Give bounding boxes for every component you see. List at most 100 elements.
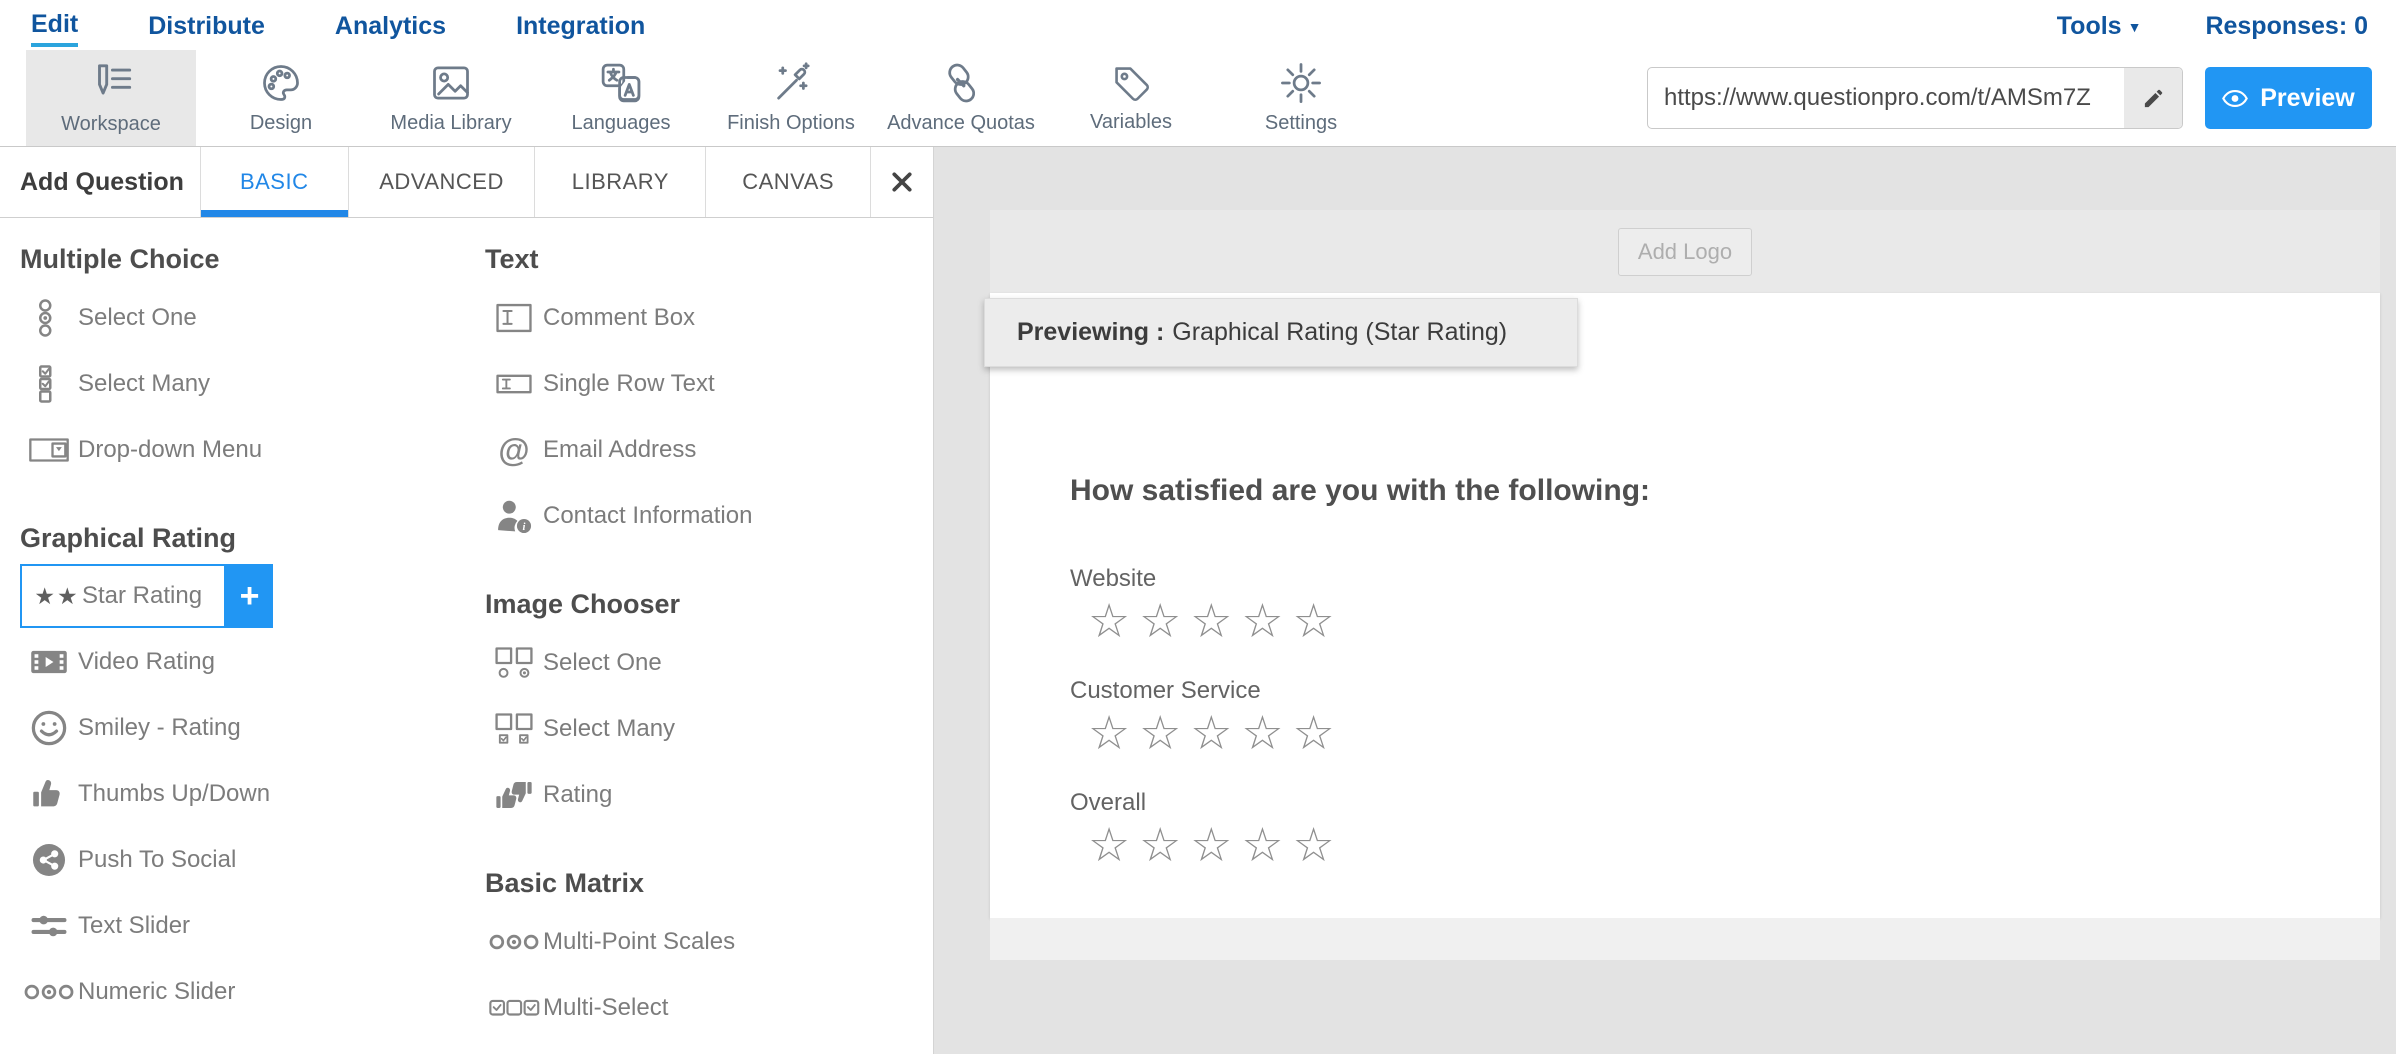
question-type-label: Text Slider bbox=[78, 912, 190, 940]
toolbar-item-settings[interactable]: Settings bbox=[1216, 50, 1386, 146]
multi-point-scales-icon bbox=[485, 930, 543, 954]
question-type-label: Video Rating bbox=[78, 648, 215, 676]
toolbar-item-label: Advance Quotas bbox=[887, 112, 1035, 135]
toolbar-item-label: Languages bbox=[572, 112, 671, 135]
question-type-select-one[interactable]: Select One bbox=[20, 285, 485, 351]
toolbar-item-design[interactable]: Design bbox=[196, 50, 366, 146]
contact-info-icon: i bbox=[485, 498, 543, 534]
survey-url-input[interactable]: https://www.questionpro.com/t/AMSm7Z bbox=[1648, 68, 2124, 128]
toolbar-item-label: Finish Options bbox=[727, 112, 855, 135]
question-type-label: Select One bbox=[543, 649, 662, 677]
toolbar-item-label: Settings bbox=[1265, 112, 1337, 135]
comment-box-icon bbox=[485, 301, 543, 335]
section-image-chooser: Image Chooser Select One Select Many Rating bbox=[485, 589, 933, 828]
question-type-numeric-slider[interactable]: Numeric Slider bbox=[20, 959, 485, 1025]
question-type-label: Select Many bbox=[543, 715, 675, 743]
section-basic-matrix: Basic Matrix Multi-Point Scales Multi-Sele… bbox=[485, 868, 933, 1041]
thumbs-up-down-icon bbox=[20, 777, 78, 811]
preview-button[interactable]: Preview bbox=[2205, 67, 2372, 129]
survey-url-box: https://www.questionpro.com/t/AMSm7Z bbox=[1647, 67, 2183, 129]
numeric-slider-icon bbox=[20, 980, 78, 1004]
logo-band: Add Logo bbox=[990, 210, 2380, 293]
tools-menu[interactable]: Tools▼ bbox=[2057, 6, 2142, 45]
star-rating-input[interactable]: ☆☆☆☆☆ bbox=[1088, 595, 2380, 647]
toolbar-item-finish-options[interactable]: Finish Options bbox=[706, 50, 876, 146]
section-title: Basic Matrix bbox=[485, 868, 933, 899]
toolbar-item-languages[interactable]: Languages bbox=[536, 50, 706, 146]
survey-footer-band bbox=[990, 918, 2380, 960]
responses-count[interactable]: Responses: 0 bbox=[2205, 6, 2368, 45]
pencil-icon bbox=[2142, 87, 2165, 110]
tab-library[interactable]: LIBRARY bbox=[534, 147, 705, 217]
nav-item-analytics[interactable]: Analytics bbox=[335, 6, 446, 45]
question-type-select-many[interactable]: Select Many bbox=[20, 351, 485, 417]
toolbar-item-media-library[interactable]: Media Library bbox=[366, 50, 536, 146]
question-type-rating[interactable]: Rating bbox=[485, 762, 933, 828]
question-type-single-row-text[interactable]: Single Row Text bbox=[485, 351, 933, 417]
question-type-drop-down-menu[interactable]: Drop-down Menu bbox=[20, 417, 485, 483]
question-type-thumbs-up-down[interactable]: Thumbs Up/Down bbox=[20, 761, 485, 827]
toolbar-right: https://www.questionpro.com/t/AMSm7Z Pre… bbox=[1647, 50, 2396, 146]
tab-advanced[interactable]: ADVANCED bbox=[348, 147, 535, 217]
star-rating-icon: ★★ bbox=[32, 583, 82, 610]
toolbar-item-variables[interactable]: Variables bbox=[1046, 50, 1216, 146]
preview-button-label: Preview bbox=[2260, 84, 2355, 113]
star-rating-rows: Website☆☆☆☆☆Customer Service☆☆☆☆☆Overall… bbox=[1070, 565, 2380, 871]
question-type-label: Rating bbox=[543, 781, 612, 809]
select-many-icon bbox=[20, 364, 78, 404]
toolbar-item-label: Media Library bbox=[390, 112, 511, 135]
nav-item-integration[interactable]: Integration bbox=[516, 6, 645, 45]
close-panel-button[interactable] bbox=[870, 147, 933, 217]
settings-gear-icon bbox=[1279, 61, 1323, 105]
question-type-comment-box[interactable]: Comment Box bbox=[485, 285, 933, 351]
question-type-select-many[interactable]: Select Many bbox=[485, 696, 933, 762]
question-column-2: Text Comment BoxSingle Row Text@Email Add… bbox=[485, 244, 933, 1051]
variables-tag-icon bbox=[1110, 62, 1152, 104]
question-type-email-address[interactable]: @Email Address bbox=[485, 417, 933, 483]
add-question-title: Add Question bbox=[0, 147, 200, 217]
rating-row-label: Overall bbox=[1070, 789, 2380, 817]
previewing-label: Previewing : bbox=[1017, 318, 1164, 347]
svg-text:i: i bbox=[523, 522, 526, 533]
edit-url-button[interactable] bbox=[2124, 68, 2182, 128]
question-type-multi-select[interactable]: Multi-Select bbox=[485, 975, 933, 1041]
section-title: Text bbox=[485, 244, 933, 275]
question-type-star-rating[interactable]: ★★Star Rating bbox=[20, 564, 226, 628]
top-nav-left: Edit Distribute Analytics Integration bbox=[31, 4, 645, 47]
nav-item-distribute[interactable]: Distribute bbox=[148, 6, 265, 45]
tab-canvas[interactable]: CANVAS bbox=[705, 147, 870, 217]
question-type-video-rating[interactable]: Video Rating bbox=[20, 629, 485, 695]
push-to-social-icon bbox=[20, 841, 78, 879]
languages-icon bbox=[599, 61, 643, 105]
question-type-text-slider[interactable]: Text Slider bbox=[20, 893, 485, 959]
star-rating-input[interactable]: ☆☆☆☆☆ bbox=[1088, 707, 2380, 759]
question-type-select-one[interactable]: Select One bbox=[485, 630, 933, 696]
rating-row-website: Website☆☆☆☆☆ bbox=[1070, 565, 2380, 647]
question-type-label: Multi-Point Scales bbox=[543, 928, 735, 956]
question-type-label: Push To Social bbox=[78, 846, 236, 874]
question-type-multi-point-scales[interactable]: Multi-Point Scales bbox=[485, 909, 933, 975]
section-text: Text Comment BoxSingle Row Text@Email Add… bbox=[485, 244, 933, 549]
question-type-contact-information[interactable]: i Contact Information bbox=[485, 483, 933, 549]
rating-row-label: Website bbox=[1070, 565, 2380, 593]
eye-icon bbox=[2222, 90, 2248, 107]
toolbar-item-label: Variables bbox=[1090, 111, 1172, 134]
toolbar-item-advance-quotas[interactable]: Advance Quotas bbox=[876, 50, 1046, 146]
video-rating-icon bbox=[20, 646, 78, 678]
toolbar-item-label: Workspace bbox=[61, 113, 161, 136]
question-type-label: Contact Information bbox=[543, 502, 752, 530]
tab-basic[interactable]: BASIC bbox=[200, 147, 348, 217]
question-tabs-row: Add Question BASICADVANCEDLIBRARYCANVAS bbox=[0, 147, 933, 218]
question-type-push-to-social[interactable]: Push To Social bbox=[20, 827, 485, 893]
section-title: Image Chooser bbox=[485, 589, 933, 620]
rating-row-overall: Overall☆☆☆☆☆ bbox=[1070, 789, 2380, 871]
add-question-type-star-rating-button[interactable]: + bbox=[226, 564, 273, 628]
star-rating-input[interactable]: ☆☆☆☆☆ bbox=[1088, 819, 2380, 871]
question-type-smiley-rating[interactable]: Smiley - Rating bbox=[20, 695, 485, 761]
question-type-label: Drop-down Menu bbox=[78, 436, 262, 464]
text-slider-icon bbox=[20, 909, 78, 943]
add-logo-button[interactable]: Add Logo bbox=[1618, 228, 1752, 276]
toolbar-item-workspace[interactable]: Workspace bbox=[26, 50, 196, 146]
question-type-label: Email Address bbox=[543, 436, 696, 464]
nav-item-edit[interactable]: Edit bbox=[31, 4, 78, 47]
